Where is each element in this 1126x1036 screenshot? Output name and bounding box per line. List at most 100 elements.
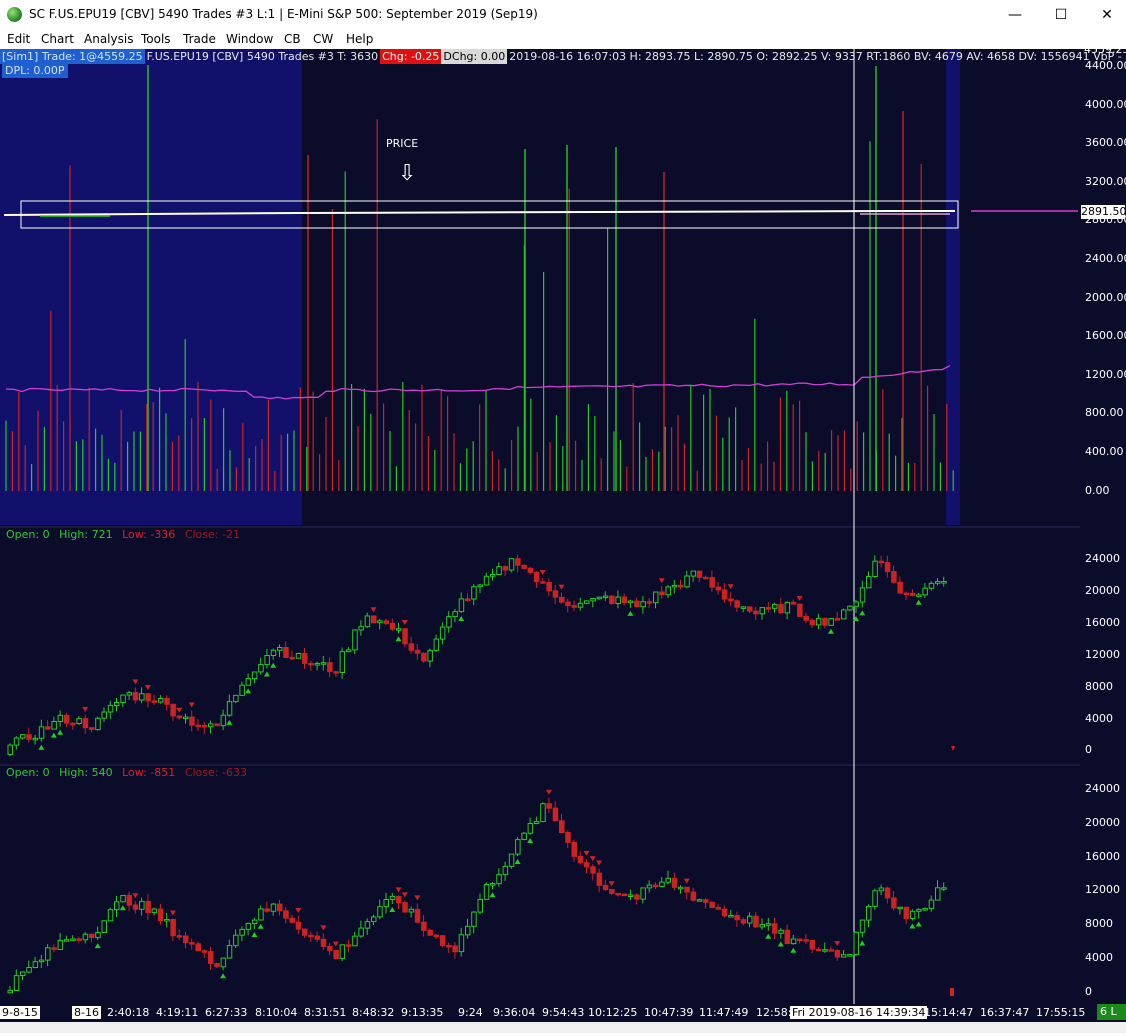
panel2-candle <box>671 584 678 588</box>
panel2-candle <box>853 601 859 607</box>
x-label: 4:19:11 <box>156 1006 199 1019</box>
panel2-marker <box>270 662 277 668</box>
panel2-candle <box>728 598 734 602</box>
panel3-candle <box>508 853 515 867</box>
panel2-marker <box>144 684 151 690</box>
panel3-candle <box>7 989 13 994</box>
menu-edit[interactable]: Edit <box>7 32 30 46</box>
panel2-candle <box>345 649 352 653</box>
panel3-candle <box>590 866 596 874</box>
x-label: 9-8-15 <box>0 1006 40 1019</box>
panel3-candle <box>32 961 39 969</box>
panel3-tick-label: 0 <box>1085 984 1092 998</box>
panel3-candle <box>728 915 734 918</box>
panel3-candle <box>245 922 252 930</box>
menu-trade[interactable]: Trade <box>183 32 216 46</box>
sim-trade-tag[interactable]: [Sim1] Trade: 1@4559.25 <box>0 49 145 64</box>
panel3-tick-label: 24000 <box>1085 782 1120 795</box>
panel3-candle <box>220 957 227 968</box>
time-x-axis[interactable]: 9-8-15 8-16 2:40:18 4:19:11 6:27:33 8:10… <box>0 1004 1126 1022</box>
panel2-candle <box>778 603 784 614</box>
panel3-candle <box>101 920 107 933</box>
panel2-candle <box>339 651 346 673</box>
x-label: 9:54:43 <box>542 1006 585 1019</box>
panel3-candle <box>95 932 101 939</box>
panel2-candle <box>13 737 20 746</box>
panel2-candle <box>834 618 841 621</box>
menu-analysis[interactable]: Analysis <box>84 32 133 46</box>
menu-cw[interactable]: CW <box>313 32 333 46</box>
panel3-candle <box>333 949 339 960</box>
panel3-marker <box>169 910 176 916</box>
x-label-cursor: Fri 2019-08-16 14:39:34 <box>790 1006 928 1019</box>
panel2-candle <box>565 601 571 607</box>
panel2-candle <box>226 701 233 716</box>
menu-chart[interactable]: Chart <box>41 32 74 46</box>
panel3-candle <box>402 902 408 913</box>
panel2-candle <box>765 607 772 610</box>
panel2-candle <box>270 649 277 656</box>
panel2-candle <box>803 615 809 621</box>
panel2-candle <box>521 564 527 569</box>
x-label: 2:40:18 <box>107 1006 150 1019</box>
panel3-candle <box>671 877 678 888</box>
menu-cb[interactable]: CB <box>284 32 301 46</box>
panel2-candle <box>302 653 308 664</box>
panel2-tick-label: 24000 <box>1085 552 1120 565</box>
panel3-candle <box>183 935 189 943</box>
x-label: 16:37:47 <box>980 1006 1030 1019</box>
panel3-candle <box>327 946 333 951</box>
panel3-candle <box>621 893 628 897</box>
panel2-candle <box>841 609 847 620</box>
panel2-candle <box>465 598 471 601</box>
panel3-candle <box>527 823 534 834</box>
panel2-candle <box>239 684 245 696</box>
minimize-button[interactable]: — <box>992 0 1038 29</box>
panel3-candle <box>277 903 283 912</box>
price-annotation-label: PRICE <box>386 137 419 150</box>
panel2-marker <box>558 584 565 590</box>
x-label: 8-16 <box>72 1006 101 1019</box>
dpl-tag: DPL: 0.00P <box>2 64 68 78</box>
panel3-tick-label: 20000 <box>1085 815 1120 829</box>
panel3-candle <box>132 904 139 910</box>
chart-svg[interactable] <box>0 49 1126 1004</box>
panel3-candle <box>446 945 452 948</box>
panel2-candle <box>26 734 32 740</box>
panel3-marker <box>859 940 866 946</box>
menu-help[interactable]: Help <box>346 32 373 46</box>
panel2-candle <box>483 575 490 586</box>
panel3-candle <box>157 908 164 922</box>
panel2-candle <box>809 619 816 626</box>
close-button[interactable]: ✕ <box>1084 0 1126 29</box>
panel3-candle <box>13 975 20 991</box>
panel1-tick-label: 800.00 <box>1085 406 1124 420</box>
panel2-candle <box>884 562 891 573</box>
panel2-candle <box>189 716 195 726</box>
panel2-marker <box>176 707 183 713</box>
menu-tools[interactable]: Tools <box>141 32 171 46</box>
panel3-marker <box>389 907 396 913</box>
menu-window[interactable]: Window <box>226 32 273 46</box>
panel3-candle <box>703 899 709 903</box>
x-label: 9:24 <box>458 1006 483 1019</box>
chart-area[interactable] <box>0 49 1126 1004</box>
panel3-candle <box>515 839 521 855</box>
panel3-candle <box>320 938 327 947</box>
panel3-marker <box>915 921 922 927</box>
panel3-candle <box>502 865 509 876</box>
panel1-tick-label: 3600.00 <box>1085 136 1126 150</box>
panel2-candle <box>552 590 559 598</box>
panel2-candle <box>822 617 828 626</box>
panel2-candle <box>364 615 371 628</box>
panel2-candle <box>183 716 189 720</box>
panel1-tick-label: 1600.00 <box>1085 329 1126 343</box>
maximize-button[interactable]: ☐ <box>1038 0 1084 29</box>
panel3-candle <box>114 901 120 911</box>
panel3-candle <box>264 908 270 912</box>
panel2-candle <box>690 570 697 577</box>
panel2-tick-label: 0 <box>1085 743 1092 757</box>
panel2-candle <box>120 694 126 703</box>
panel2-tick-label: 4000 <box>1085 711 1113 725</box>
panel3-candle <box>302 928 308 936</box>
